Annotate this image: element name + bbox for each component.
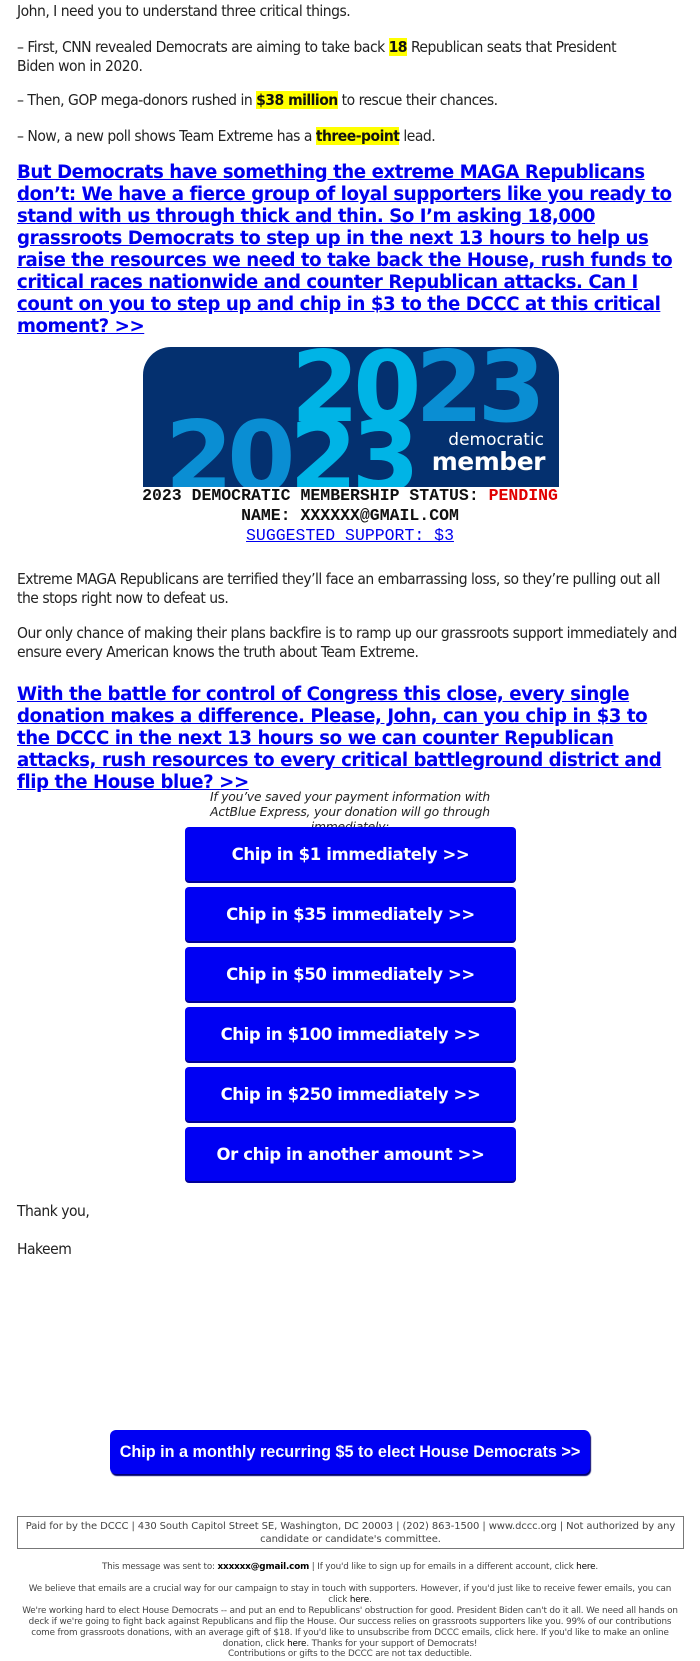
- donate-button-250[interactable]: Chip in $250 immediately >>: [185, 1067, 516, 1121]
- signup-different-account-link[interactable]: here: [576, 1562, 595, 1572]
- footer-fewer-emails: We believe that emails are a crucial way…: [28, 1584, 672, 1605]
- donate-button-other[interactable]: Or chip in another amount >>: [185, 1127, 516, 1181]
- online-donation-link[interactable]: here: [287, 1639, 306, 1649]
- donate-link-secondary[interactable]: With the battle for control of Congress …: [17, 684, 677, 794]
- highlight-three-point: three-point: [315, 127, 400, 145]
- footer-about: We're working hard to elect House Democr…: [22, 1606, 678, 1649]
- monthly-recurring-button[interactable]: Chip in a monthly recurring $5 to elect …: [110, 1430, 590, 1474]
- membership-status-line: 2023 DEMOCRATIC MEMBERSHIP STATUS: PENDI…: [142, 486, 558, 505]
- membership-name-line: NAME: XXXXXX@GMAIL.COM: [241, 506, 459, 525]
- point-then: – Then, GOP mega-donors rushed in $38 mi…: [17, 91, 498, 109]
- donate-button-100[interactable]: Chip in $100 immediately >>: [185, 1007, 516, 1061]
- highlight-38-million: $38 million: [256, 91, 338, 109]
- signoff-thanks: Thank you,: [17, 1202, 90, 1220]
- footer-tax-note: Contributions or gifts to the DCCC are n…: [228, 1649, 472, 1659]
- body-paragraph-2: Our only chance of making their plans ba…: [17, 624, 677, 661]
- donate-button-1[interactable]: Chip in $1 immediately >>: [185, 827, 516, 881]
- paid-for-disclaimer: Paid for by the DCCC | 430 South Capitol…: [17, 1516, 684, 1549]
- donate-button-50[interactable]: Chip in $50 immediately >>: [185, 947, 516, 1001]
- signoff-name: Hakeem: [17, 1240, 72, 1258]
- suggested-support-line: SUGGESTED SUPPORT: $3: [0, 526, 700, 546]
- suggested-support-link[interactable]: SUGGESTED SUPPORT: $3: [246, 526, 454, 545]
- donate-button-35[interactable]: Chip in $35 immediately >>: [185, 887, 516, 941]
- recipient-email: xxxxxx@gmail.com: [217, 1562, 310, 1572]
- fewer-emails-link[interactable]: here: [350, 1595, 369, 1605]
- badge-year-bottom: 2023: [165, 401, 420, 487]
- membership-badge-image[interactable]: 2023 2023 democratic member: [143, 347, 559, 487]
- donate-link-lead[interactable]: But Democrats have something the extreme…: [17, 162, 685, 338]
- badge-member-text: member: [431, 447, 546, 476]
- point-first: – First, CNN revealed Democrats are aimi…: [17, 38, 617, 75]
- status-pending: PENDING: [488, 486, 558, 505]
- footer-sent-to: This message was sent to: xxxxxx@gmail.c…: [101, 1562, 599, 1572]
- greeting: John, I need you to understand three cri…: [17, 2, 351, 20]
- body-paragraph-1: Extreme MAGA Republicans are terrified t…: [17, 570, 660, 607]
- highlight-18: 18: [388, 38, 408, 56]
- point-now: – Now, a new poll shows Team Extreme has…: [17, 127, 436, 145]
